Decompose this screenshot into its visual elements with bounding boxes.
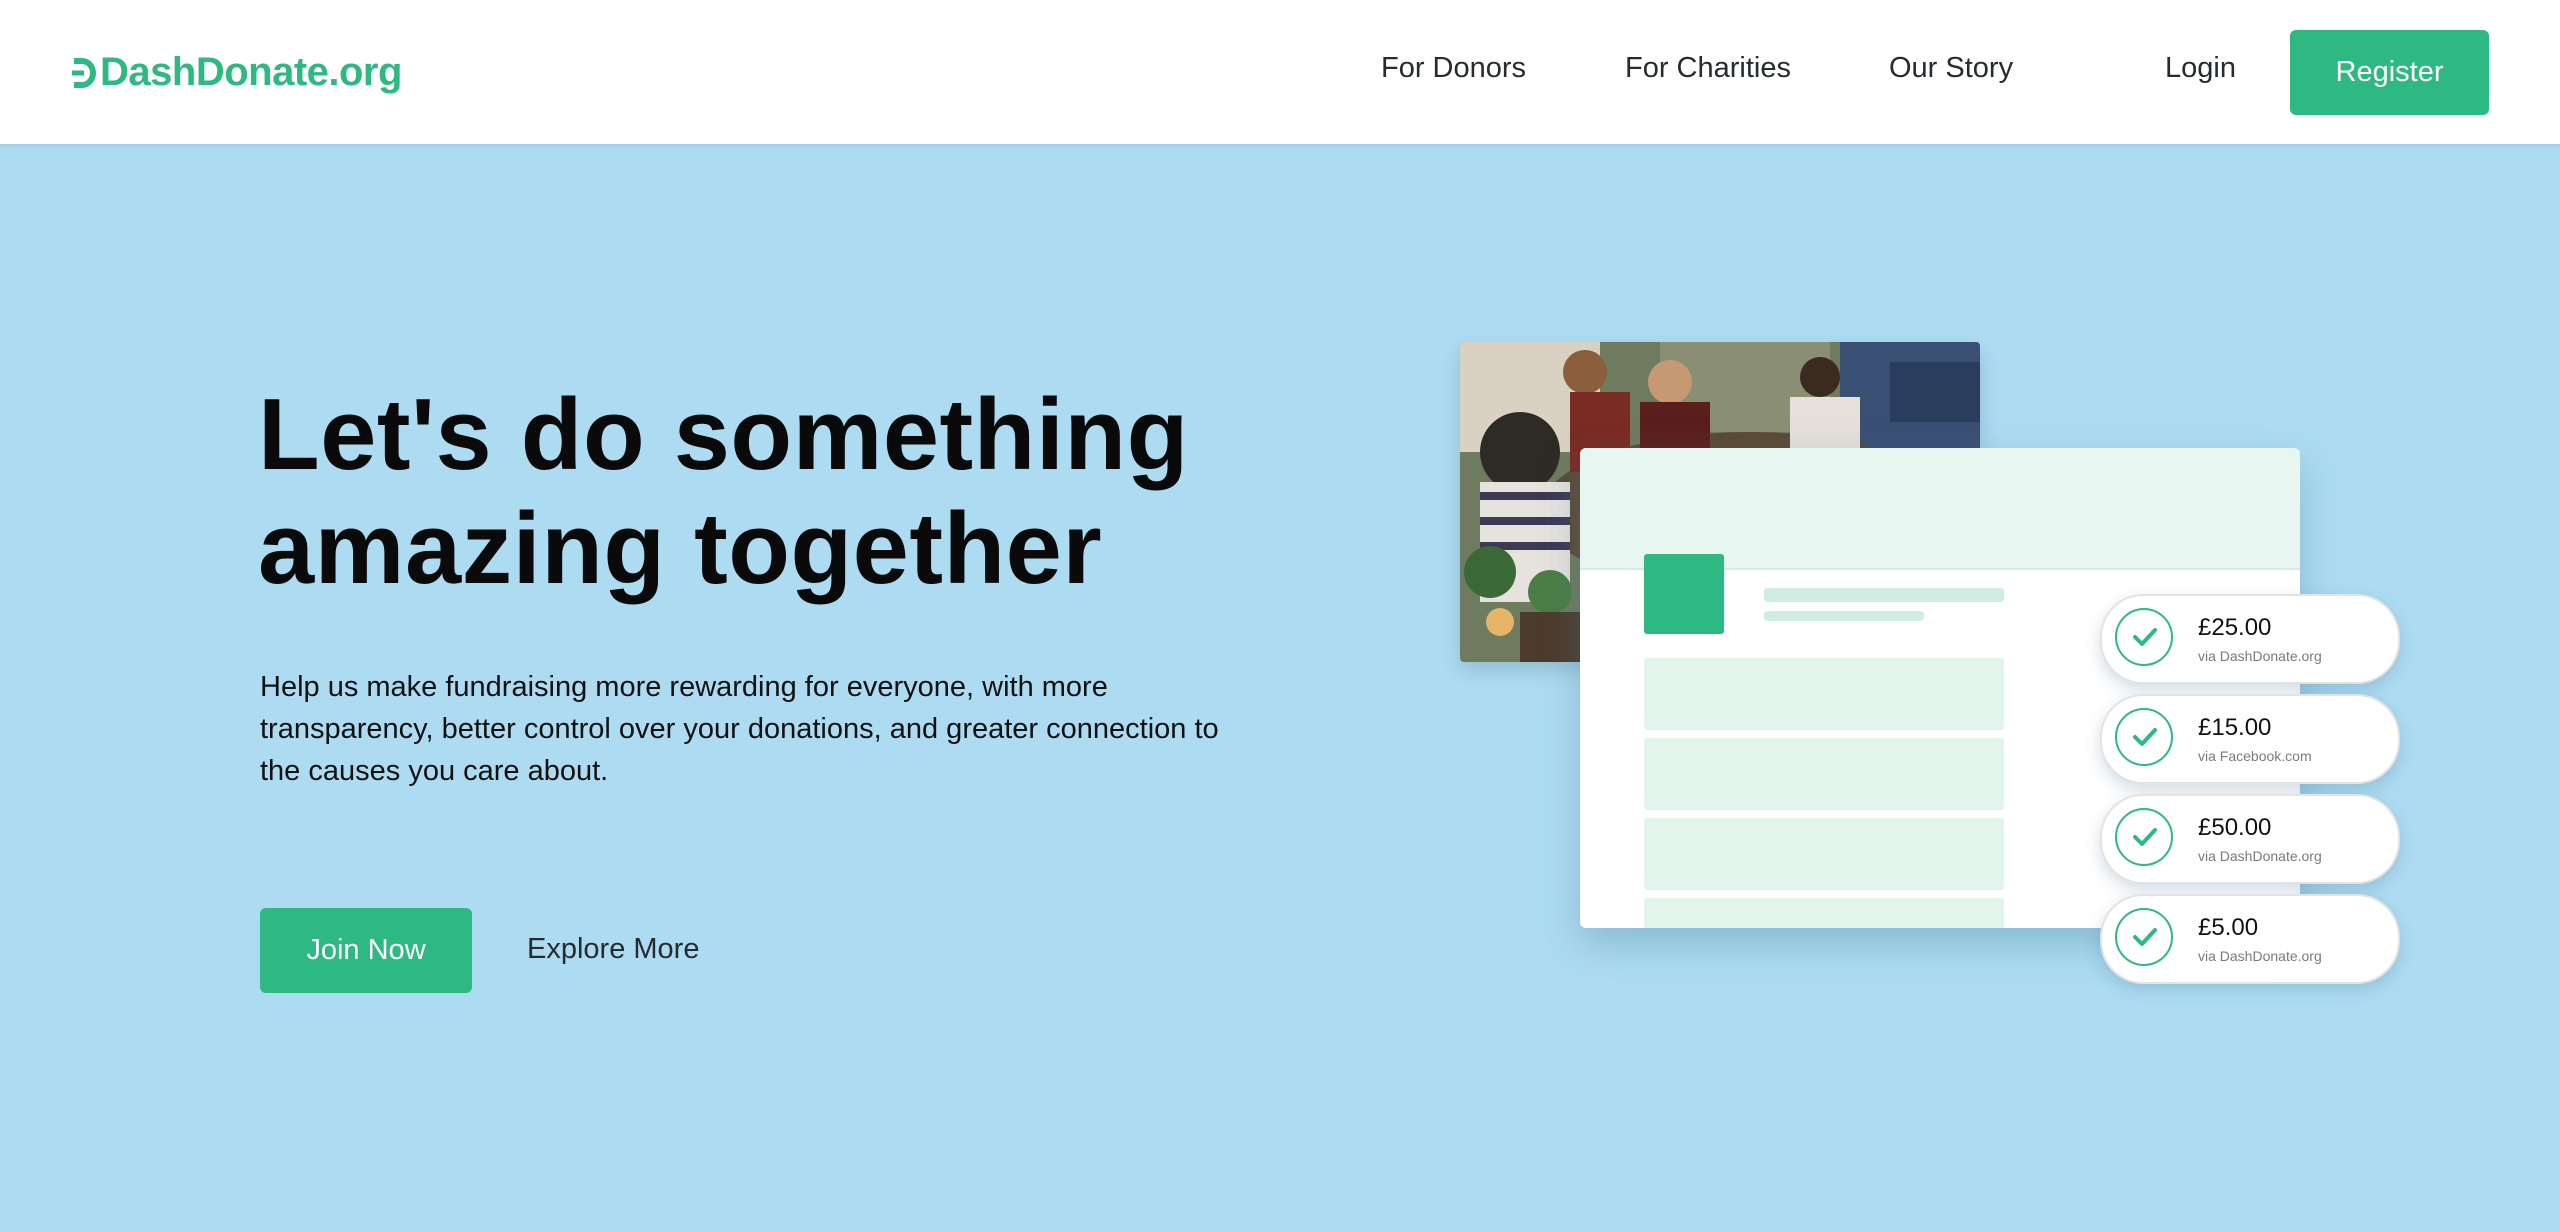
card-banner [1580,448,2300,570]
donation-amount: £15.00 [2198,714,2272,741]
donation-notification: £25.00 via DashDonate.org [2100,594,2400,684]
card-content-block [1644,658,2004,730]
hero-title-line-2: amazing together [258,493,1103,605]
dash-d-logo-icon [72,56,98,90]
card-subtitle-placeholder [1764,611,1924,621]
hero-title-line-1: Let's do something [258,379,1189,491]
nav-login[interactable]: Login [2165,52,2236,85]
join-now-button[interactable]: Join Now [260,908,472,993]
hero-title: Let's do something amazing together [258,378,1238,606]
register-button[interactable]: Register [2290,30,2489,115]
check-icon [2115,608,2173,666]
nav-for-donors[interactable]: For Donors [1381,52,1526,85]
check-icon [2115,808,2173,866]
card-title-placeholder [1764,588,2004,602]
card-avatar [1644,554,1724,634]
donation-amount: £5.00 [2198,914,2259,941]
donation-source: via DashDonate.org [2198,848,2322,864]
logo-text: DashDonate.org [100,50,402,94]
donation-notification: £5.00 via DashDonate.org [2100,894,2400,984]
donation-notification: £15.00 via Facebook.com [2100,694,2400,784]
card-content-block [1644,738,2004,810]
nav-our-story[interactable]: Our Story [1889,52,2013,85]
donation-source: via DashDonate.org [2198,648,2322,664]
card-content-block [1644,898,2004,928]
site-header: DashDonate.org For Donors For Charities … [0,0,2560,144]
card-content-block [1644,818,2004,890]
nav-for-charities[interactable]: For Charities [1625,52,1791,85]
check-icon [2115,708,2173,766]
hero-description: Help us make fundraising more rewarding … [260,671,1219,787]
donation-notification: £50.00 via DashDonate.org [2100,794,2400,884]
donation-amount: £25.00 [2198,614,2272,641]
explore-more-link[interactable]: Explore More [527,933,699,966]
donation-source: via Facebook.com [2198,748,2312,764]
logo[interactable]: DashDonate.org [72,50,402,95]
donation-amount: £50.00 [2198,814,2272,841]
donation-source: via DashDonate.org [2198,948,2322,964]
check-icon [2115,908,2173,966]
